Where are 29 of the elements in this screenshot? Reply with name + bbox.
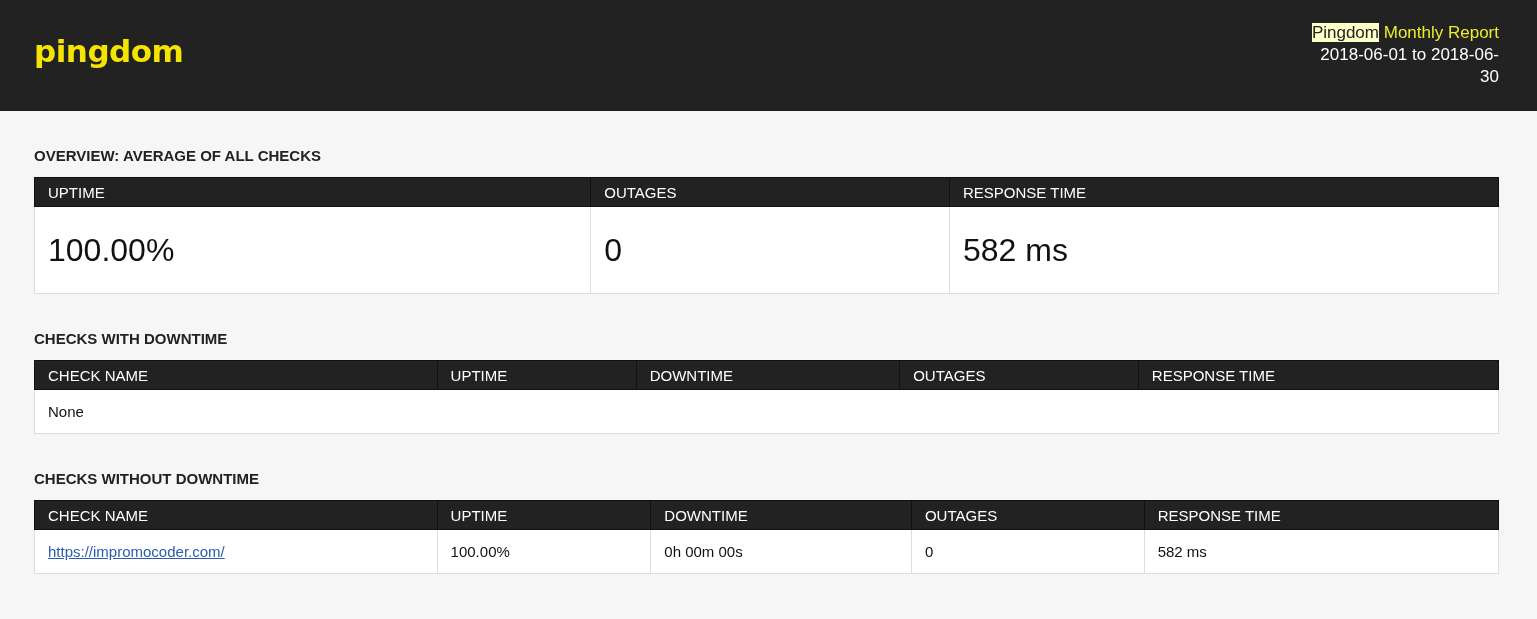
check-link[interactable]: https://impromocoder.com/ xyxy=(48,543,225,560)
section-title: CHECKS WITH DOWNTIME xyxy=(34,330,229,347)
table-cell: 582 ms xyxy=(1144,529,1499,574)
column-header: RESPONSE TIME xyxy=(949,177,1499,207)
column-header: OUTAGES xyxy=(899,360,1139,390)
logo: pingdom xyxy=(34,33,184,69)
column-header: DOWNTIME xyxy=(636,360,900,390)
column-header: CHECK NAME xyxy=(34,500,438,530)
column-header: RESPONSE TIME xyxy=(1144,500,1499,530)
report-brand: Pingdom xyxy=(1311,23,1379,42)
report-title: Monthly Report xyxy=(1383,23,1499,42)
metric-value: 582 ms xyxy=(949,206,1499,294)
report-period: 2018-06-01 to 2018-06-30 xyxy=(1319,44,1499,88)
empty-message: None xyxy=(34,389,1499,434)
section-title: OVERVIEW: AVERAGE OF ALL CHECKS xyxy=(34,147,322,164)
table-cell: 0 xyxy=(911,529,1145,574)
column-header: RESPONSE TIME xyxy=(1138,360,1499,390)
column-header: OUTAGES xyxy=(590,177,950,207)
column-header: UPTIME xyxy=(437,360,637,390)
table-cell: 100.00% xyxy=(437,529,651,574)
column-header: UPTIME xyxy=(34,177,591,207)
table-cell: 0h 00m 00s xyxy=(650,529,912,574)
column-header: DOWNTIME xyxy=(650,500,912,530)
column-header: CHECK NAME xyxy=(34,360,438,390)
column-header: UPTIME xyxy=(437,500,651,530)
metric-value: 100.00% xyxy=(34,206,591,294)
metric-value: 0 xyxy=(590,206,950,294)
column-header: OUTAGES xyxy=(911,500,1145,530)
section-title: CHECKS WITHOUT DOWNTIME xyxy=(34,470,260,487)
